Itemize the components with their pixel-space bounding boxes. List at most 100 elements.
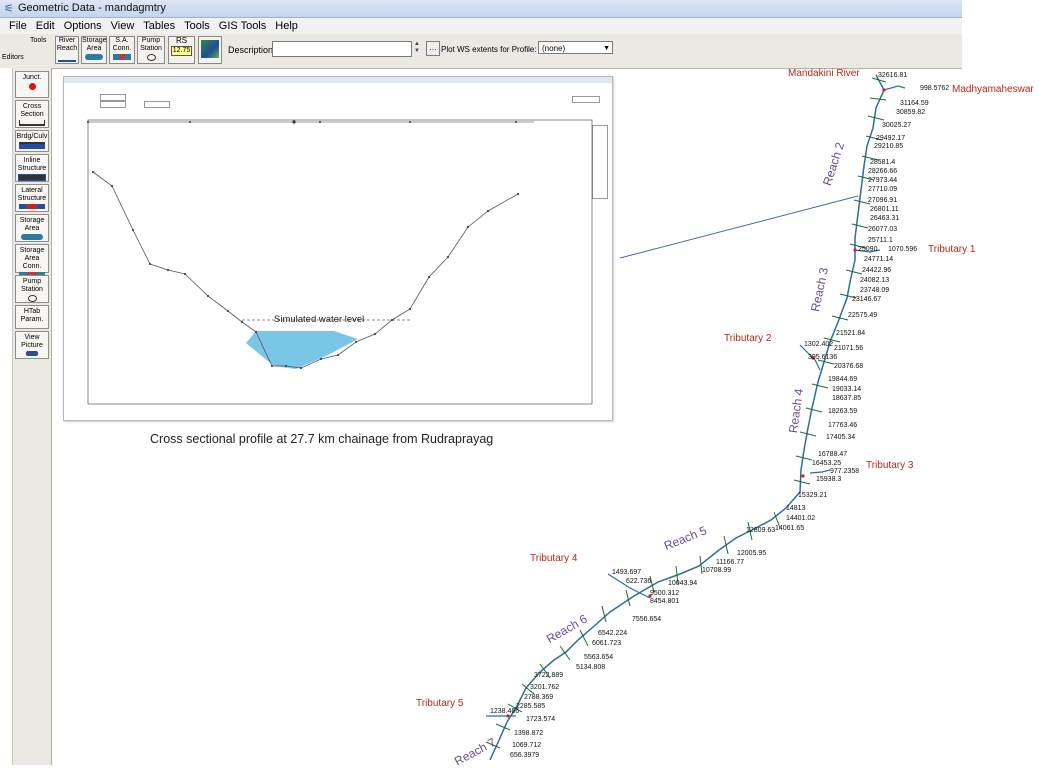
station-label: 7556.654 [632,616,662,623]
station-label: 2285.585 [516,703,546,710]
station-label: 17763.46 [828,422,858,429]
sa-conn-button[interactable]: S.A. Conn. [109,36,135,64]
station-label: 12005.95 [737,550,767,557]
storage-area-icon [85,54,103,60]
station-label: 622.736 [626,578,652,585]
sidebar-htab-param-button[interactable]: HTab Param. [15,305,49,329]
station-label: 32616.81 [878,72,908,79]
station-label: 6061.723 [592,640,622,647]
station-label: 1302.402 [804,341,834,348]
station-label: 998.5762 [920,85,950,92]
menu-bar: File Edit Options View Tables Tools GIS Tools H… [0,18,962,34]
reach-6-label: Reach 6 [544,611,590,647]
chevron-down-icon: ▼ [603,45,610,52]
station-label: 24082.13 [860,277,890,284]
station-label: 15938.3 [816,476,842,483]
station-label: 30859.82 [896,109,926,116]
station-label: 17405.34 [826,434,856,441]
description-browse-button[interactable]: … [426,41,440,56]
left-margin [0,68,13,765]
station-label: 1238.466 [490,708,520,715]
station-label: 14401.02 [786,515,816,522]
reach-2-label: Reach 2 [820,140,848,188]
sidebar-lateral-structure-button[interactable]: Lateral Structure [15,184,49,212]
window-title: Geometric Data - mandagmtry [18,2,166,14]
menu-tools[interactable]: Tools [184,18,210,34]
sidebar-inline-structure-button[interactable]: Inline Structure [15,154,49,182]
cross-section-icon [19,120,45,126]
storage-area-button[interactable]: Storage Area [81,36,107,64]
station-label: 26463.31 [870,215,900,222]
tributary-1-label: Tributary 1 [928,244,976,255]
station-label: 14813 [786,505,806,512]
station-label: 20376.68 [834,363,864,370]
station-label: 25090 [858,246,878,253]
sidebar-cross-section-button[interactable]: Cross Section [15,100,49,128]
river-reach-icon [58,54,76,62]
station-label: 21071.56 [834,345,864,352]
station-label: 5563.654 [584,654,614,661]
menu-options[interactable]: Options [64,18,102,34]
tools-label: Tools [30,37,47,44]
lateral-structure-icon [19,204,45,209]
sidebar-storage-area-button[interactable]: Storage Area [15,214,49,242]
rs-button[interactable]: RS 12.75 [168,36,195,64]
station-label: 10043.94 [668,580,698,587]
river-reach-button[interactable]: River Reach [55,36,79,64]
pump-icon [146,54,156,61]
station-label: 1493.697 [612,569,642,576]
menu-edit[interactable]: Edit [36,18,55,34]
pump-icon [27,295,37,302]
editor-sidebar: Junct. Cross Section Brdg/Culv Inline St… [13,68,52,765]
description-spinner[interactable]: ▲ ▼ [414,41,422,55]
station-label: 19844.69 [828,376,858,383]
simulated-water-level-label: Simulated water level [274,314,365,325]
station-label: 22575.49 [848,312,878,319]
station-label: 23748.09 [860,287,890,294]
description-input[interactable] [272,41,412,57]
station-label: 29492.17 [876,135,906,142]
sidebar-junction-button[interactable]: Junct. [15,71,49,98]
menu-help[interactable]: Help [275,18,298,34]
station-label: 15329.21 [798,492,828,499]
station-label: 656.3979 [510,752,540,759]
station-label: 30025.27 [882,122,912,129]
sidebar-view-picture-button[interactable]: View Picture [15,331,49,359]
bridge-icon [19,142,45,149]
reach-7-label: Reach 7 [452,735,499,768]
camera-icon [26,351,38,356]
sa-conn-icon [113,54,131,60]
station-label: 12809.63 [746,527,776,534]
menu-gis-tools[interactable]: GIS Tools [219,18,267,34]
menu-view[interactable]: View [111,18,135,34]
station-label: 14061.65 [775,525,805,532]
tributary-3-label: Tributary 3 [866,460,914,471]
map-view-button[interactable] [198,36,222,64]
map-icon [201,40,219,58]
station-label: 18637.85 [832,395,862,402]
pump-station-button[interactable]: Pump Station [137,36,165,64]
station-label: 11166.77 [716,559,745,566]
callout-arrow [619,195,859,259]
station-label: 977.2358 [830,468,860,475]
menu-tables[interactable]: Tables [143,18,175,34]
station-label: 1069.712 [512,742,542,749]
menu-file[interactable]: File [9,18,27,34]
sidebar-pump-station-button[interactable]: Pump Station [15,275,49,303]
station-label: 19033.14 [832,386,862,393]
inline-structure-icon [18,174,46,181]
reach-4-label: Reach 4 [786,387,807,434]
app-icon: ⚟ [4,3,14,15]
station-label: 16453.25 [812,460,842,467]
tributary-5-label: Tributary 5 [416,698,464,709]
cross-section-plot [87,119,593,405]
editors-label: Editors [2,54,24,61]
sidebar-bridge-culvert-button[interactable]: Brdg/Culv [15,130,49,152]
sidebar-storage-area-conn-button[interactable]: Storage Area Conn. [15,244,49,278]
station-label: 5134.808 [576,664,606,671]
junction-icon [28,83,36,90]
reach-3-label: Reach 3 [808,266,831,313]
profile-select[interactable]: (none) ▼ [538,41,613,54]
station-label: 24771.14 [864,256,894,263]
station-label: 6542.224 [598,630,628,637]
